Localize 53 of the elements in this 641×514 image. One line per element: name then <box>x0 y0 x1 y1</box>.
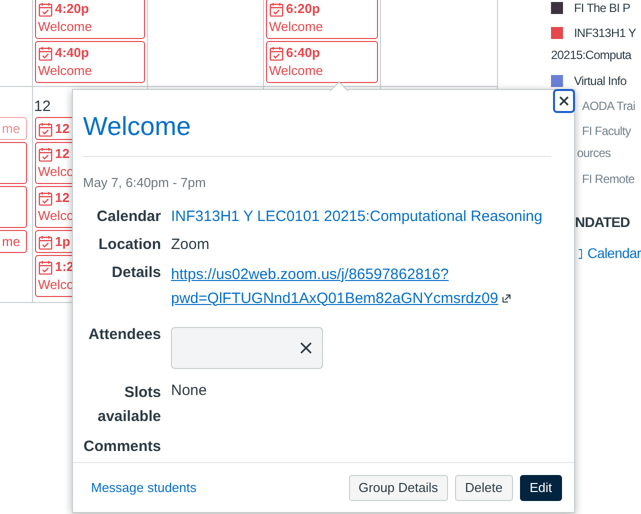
message-students-link[interactable]: Message students <box>91 478 197 498</box>
zoom-link[interactable]: https://us02web.zoom.us/j/86597862816? pwd=QlFTUGNnd1AxQ01Bem82aGNYcmsrdz09 <box>171 262 512 310</box>
popup-title: Welcome <box>83 110 192 142</box>
event-time: 1p <box>55 233 70 251</box>
event-title: Welcome <box>38 62 93 80</box>
field-value: None <box>171 382 207 398</box>
event-title: me <box>2 233 22 251</box>
calendar-name[interactable]: FI The BI P <box>574 0 630 16</box>
action-button[interactable]: Group Details <box>348 474 448 500</box>
event-card[interactable]: 12 <box>35 117 73 140</box>
field-label: Calendar <box>96 206 161 226</box>
event-time: 12 <box>55 145 70 163</box>
action-button[interactable]: Edit <box>520 474 562 500</box>
calendar-name[interactable]: FI Faculty <box>582 122 631 140</box>
event-card[interactable]: 1p <box>35 230 73 253</box>
calendar-link[interactable]: Calendar <box>587 243 641 264</box>
field-value: Zoom <box>171 236 210 252</box>
calendar-name[interactable]: AODA Trai <box>582 96 636 114</box>
calendar-name[interactable]: INF313H1 Y <box>574 24 636 42</box>
field-label: Slots available <box>96 382 161 426</box>
event-time: 6:40p <box>286 44 320 62</box>
event-card[interactable]: 6:40p Welcome <box>266 41 378 83</box>
event-title: Welco <box>38 163 71 181</box>
event-time: 4:40p <box>55 44 89 62</box>
event-title: Welco <box>38 207 71 225</box>
day-number: 12 <box>34 98 51 115</box>
calendar-name[interactable]: FI Remote <box>582 170 634 188</box>
event-card[interactable]: 12 Welco <box>35 186 73 228</box>
event-card[interactable]: me <box>0 117 27 140</box>
event-title: Welco <box>38 276 71 294</box>
field-label: Location <box>98 234 161 254</box>
event-title: Welcome <box>269 62 324 80</box>
event-card[interactable]: me <box>0 230 27 253</box>
event-card[interactable]: 12 Welco <box>35 142 73 184</box>
field-label: Attendees <box>87 324 161 344</box>
event-card[interactable]: 4:40p Welcome <box>35 41 145 83</box>
field-label: Details <box>110 262 161 282</box>
event-time: 4:20p <box>55 0 89 18</box>
event-card[interactable]: 6:20p Welcome <box>266 0 378 39</box>
event-card[interactable]: 4:20p Welcome <box>35 0 145 39</box>
action-button[interactable]: Delete <box>455 474 513 500</box>
calendar-link[interactable]: INF313H1 Y LEC0101 20215:Computational Reasoning <box>171 208 542 224</box>
event-time: 6:20p <box>286 0 320 18</box>
event-time: 12 <box>55 189 70 207</box>
calendar-name[interactable]: 20215:Computa <box>551 46 641 65</box>
event-date: May 7, 6:40pm - 7pm <box>83 174 207 192</box>
event-title: Welcome <box>269 18 324 36</box>
field-label: Comments <box>83 436 161 456</box>
event-time: 12 <box>55 120 70 138</box>
event-title: Welcome <box>38 18 93 36</box>
calendar-name[interactable]: Virtual Info <box>574 72 626 90</box>
section-heading: NDATED <box>574 213 631 232</box>
event-title: me <box>2 120 22 138</box>
